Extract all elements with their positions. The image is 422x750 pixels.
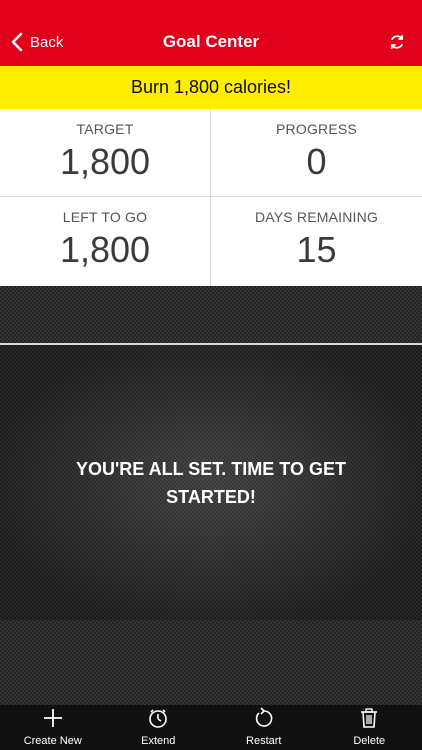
stat-value: 0 xyxy=(306,141,327,182)
tab-delete[interactable]: Delete xyxy=(324,707,414,750)
stat-value: 1,800 xyxy=(59,229,151,270)
tab-extend[interactable]: Extend xyxy=(113,707,203,750)
stat-target: TARGET 1,800 xyxy=(0,109,211,197)
carbon-band-bottom xyxy=(0,620,422,705)
goal-banner: Burn 1,800 calories! xyxy=(0,66,422,109)
goal-center-screen: Back Goal Center Burn 1,800 calories! TA… xyxy=(0,0,422,750)
goal-text: Burn 1,800 calories! xyxy=(130,77,292,97)
plus-icon xyxy=(43,709,62,727)
restart-icon xyxy=(255,707,273,727)
stopwatch-icon xyxy=(149,709,168,728)
tab-label: Restart xyxy=(246,735,282,747)
message-panel: YOU'RE ALL SET. TIME TO GET STARTED! xyxy=(0,345,422,620)
tab-label: Delete xyxy=(353,735,386,747)
stat-label: TARGET xyxy=(76,121,134,137)
stat-label: DAYS REMAINING xyxy=(254,209,379,225)
tab-label: Extend xyxy=(141,735,176,747)
stats-grid: TARGET 1,800 PROGRESS 0 LEFT TO GO 1,800… xyxy=(0,109,422,286)
stat-label: PROGRESS xyxy=(276,121,357,137)
stat-value: 15 xyxy=(296,229,337,270)
tab-bar: Create New Extend Restart Delete xyxy=(0,705,422,750)
stat-progress: PROGRESS 0 xyxy=(211,109,422,197)
refresh-icon[interactable] xyxy=(388,33,406,51)
stat-label: LEFT TO GO xyxy=(62,209,148,225)
nav-bar: Back Goal Center xyxy=(0,0,422,66)
status-message: YOU'RE ALL SET. TIME TO GET STARTED! xyxy=(76,458,346,507)
tab-restart[interactable]: Restart xyxy=(219,707,309,750)
stat-value: 1,800 xyxy=(59,141,151,182)
stat-left-to-go: LEFT TO GO 1,800 xyxy=(0,197,211,286)
stat-days-remaining: DAYS REMAINING 15 xyxy=(211,197,422,286)
tab-create-new[interactable]: Create New xyxy=(8,707,98,750)
page-title: Goal Center xyxy=(162,32,260,51)
trash-icon xyxy=(361,708,378,728)
tab-label: Create New xyxy=(23,735,82,747)
carbon-band-top xyxy=(0,286,422,343)
